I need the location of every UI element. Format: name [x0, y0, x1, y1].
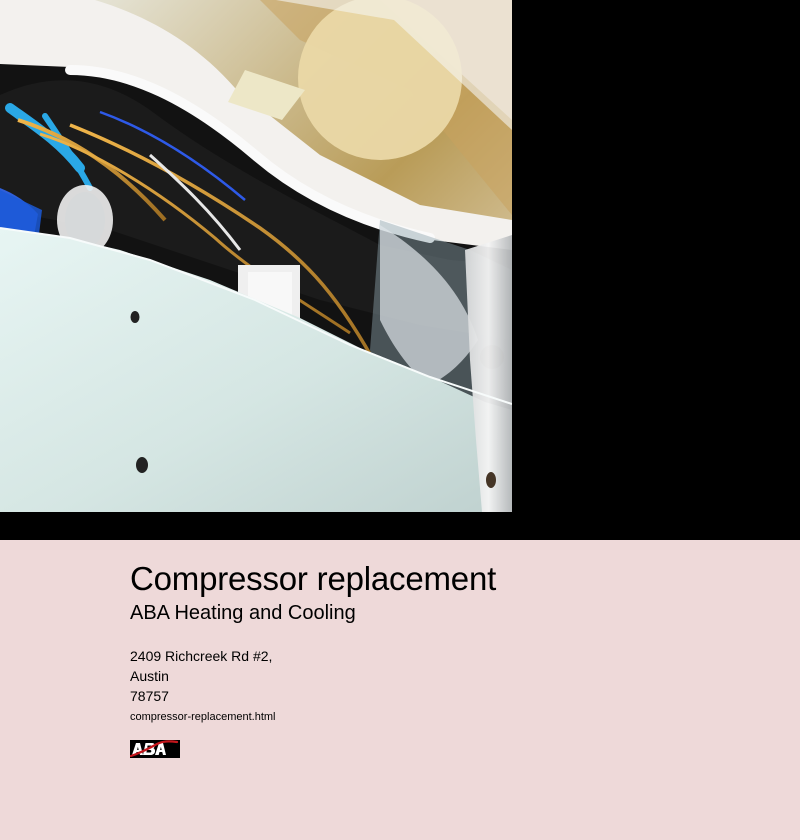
hero-image	[0, 0, 512, 512]
business-address: 2409 Richcreek Rd #2, Austin 78757	[130, 646, 750, 706]
aba-logo-graphic	[130, 740, 180, 758]
page: Compressor replacement ABA Heating and C…	[0, 0, 800, 840]
company-logo	[130, 740, 180, 758]
hero-banner	[0, 0, 800, 540]
address-street: 2409 Richcreek Rd #2,	[130, 648, 273, 664]
page-link[interactable]: compressor-replacement.html	[130, 708, 750, 726]
address-city: Austin	[130, 668, 169, 684]
content-section: Compressor replacement ABA Heating and C…	[130, 560, 750, 758]
company-name: ABA Heating and Cooling	[130, 602, 356, 624]
address-zip: 78757	[130, 688, 169, 704]
hvac-unit-illustration	[0, 0, 512, 512]
page-title: Compressor replacement	[130, 560, 497, 597]
